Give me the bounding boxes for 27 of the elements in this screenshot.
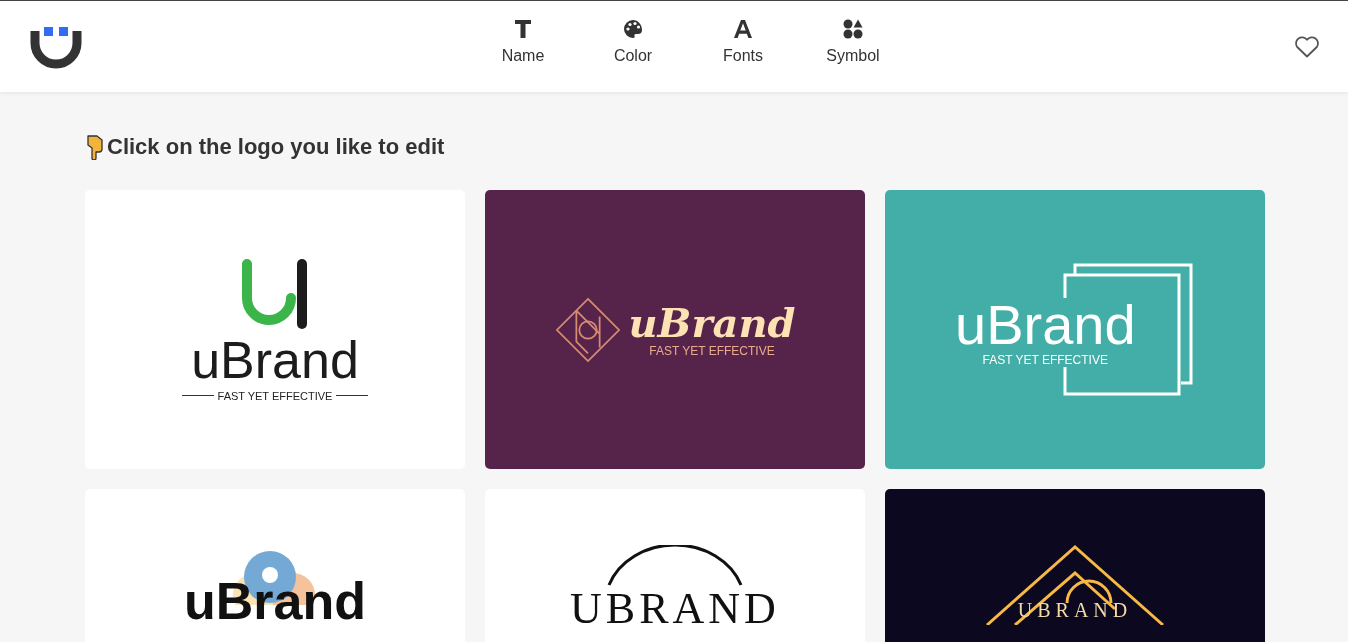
- logo-icon[interactable]: [30, 26, 82, 69]
- nav-tab[interactable]: Fonts: [688, 19, 798, 65]
- palette-icon: [623, 19, 643, 39]
- nav-tab[interactable]: Symbol: [798, 19, 908, 65]
- text-icon: [514, 19, 532, 39]
- heading: Click on the logo you like to edit: [107, 134, 445, 160]
- diamond-icon: [554, 296, 621, 363]
- tagline: FAST YET EFFECTIVE: [980, 352, 1110, 367]
- logo-card[interactable]: UBRAND: [485, 489, 865, 642]
- brand-name: uBrand: [628, 301, 796, 344]
- logo-card[interactable]: uBrand: [85, 489, 465, 642]
- letter-a-icon: [734, 19, 752, 39]
- arc-icon: [605, 545, 745, 587]
- heart-icon[interactable]: [1294, 35, 1320, 58]
- nav-tab[interactable]: Color: [578, 19, 688, 65]
- shapes-icon: [843, 19, 863, 39]
- brand-name: uBrand: [191, 333, 359, 386]
- letter-u-icon: [240, 257, 310, 330]
- nav-tab[interactable]: Name: [468, 19, 578, 65]
- pointing-hand-icon: [85, 134, 105, 160]
- brand-name: uBrand: [955, 296, 1136, 353]
- tagline: FAST YET EFFECTIVE: [217, 389, 333, 402]
- brand-name: UBRAND: [570, 587, 780, 631]
- logo-card[interactable]: uBrand FAST YET EFFECTIVE: [85, 190, 465, 469]
- tagline: FAST YET EFFECTIVE: [649, 343, 775, 358]
- logo-card[interactable]: uBrand FAST YET EFFECTIVE: [485, 190, 865, 469]
- brand-name: uBrand: [184, 575, 366, 627]
